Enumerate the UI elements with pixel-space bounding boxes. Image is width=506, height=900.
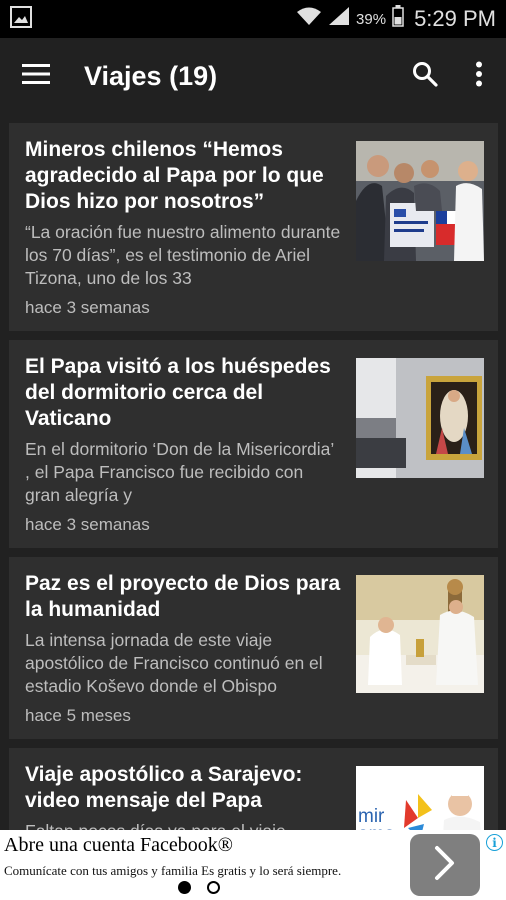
chevron-right-icon: [433, 845, 457, 886]
article-card[interactable]: Mineros chilenos “Hemos agradecido al Pa…: [9, 123, 498, 331]
article-title: Mineros chilenos “Hemos agradecido al Pa…: [25, 138, 324, 213]
ad-page-dot[interactable]: [178, 881, 191, 894]
article-title: El Papa visitó a los huéspedes del dormi…: [25, 355, 331, 430]
article-summary: En el dormitorio ‘Don de la Misericordia…: [25, 439, 334, 505]
article-summary: La intensa jornada de este viaje apostól…: [25, 630, 323, 696]
article-card[interactable]: Paz es el proyecto de Dios para la human…: [9, 557, 498, 739]
page-title: Viajes (19): [84, 60, 218, 91]
ad-banner[interactable]: Abre una cuenta Facebook® Comunícate con…: [0, 830, 506, 900]
ad-info-icon[interactable]: i: [486, 834, 503, 851]
signal-icon: [328, 6, 350, 32]
article-thumbnail: [356, 141, 484, 261]
battery-percent: 39%: [356, 10, 387, 28]
status-bar: 39% 5:29 PM: [0, 0, 506, 38]
article-summary: “La oración fue nuestro alimento durante…: [25, 222, 341, 288]
search-button[interactable]: [398, 38, 452, 114]
article-title: Viaje apostólico a Sarajevo: video mensa…: [25, 763, 303, 812]
ad-page-dot[interactable]: [207, 881, 220, 894]
app-bar: Viajes (19): [0, 38, 506, 114]
article-time: hace 3 semanas: [25, 298, 150, 317]
battery-icon: [392, 5, 404, 33]
article-list[interactable]: Mineros chilenos “Hemos agradecido al Pa…: [0, 114, 506, 830]
ad-title[interactable]: Abre una cuenta Facebook®: [4, 834, 233, 857]
article-card[interactable]: El Papa visitó a los huéspedes del dormi…: [9, 340, 498, 548]
hamburger-menu-icon: [22, 63, 50, 90]
menu-button[interactable]: [0, 38, 72, 114]
article-time: hace 5 meses: [25, 706, 131, 725]
article-thumbnail: [356, 575, 484, 693]
article-thumbnail: mir ama: [356, 766, 484, 830]
article-card[interactable]: Viaje apostólico a Sarajevo: video mensa…: [9, 748, 498, 830]
status-time: 5:29 PM: [414, 6, 496, 31]
overflow-menu-button[interactable]: [452, 38, 506, 114]
search-icon: [412, 61, 438, 92]
gallery-notification-icon: [10, 5, 32, 33]
ad-pager: [178, 881, 220, 894]
article-time: hace 3 semanas: [25, 515, 150, 534]
article-summary: Faltan pocos días ya para el viaje: [25, 820, 343, 830]
ad-next-button[interactable]: [410, 834, 480, 896]
ad-subtitle: Comunícate con tus amigos y familia Es g…: [4, 863, 342, 878]
wifi-icon: [296, 6, 322, 32]
more-vertical-icon: [475, 61, 483, 92]
article-title: Paz es el proyecto de Dios para la human…: [25, 572, 341, 621]
article-thumbnail: [356, 358, 484, 478]
